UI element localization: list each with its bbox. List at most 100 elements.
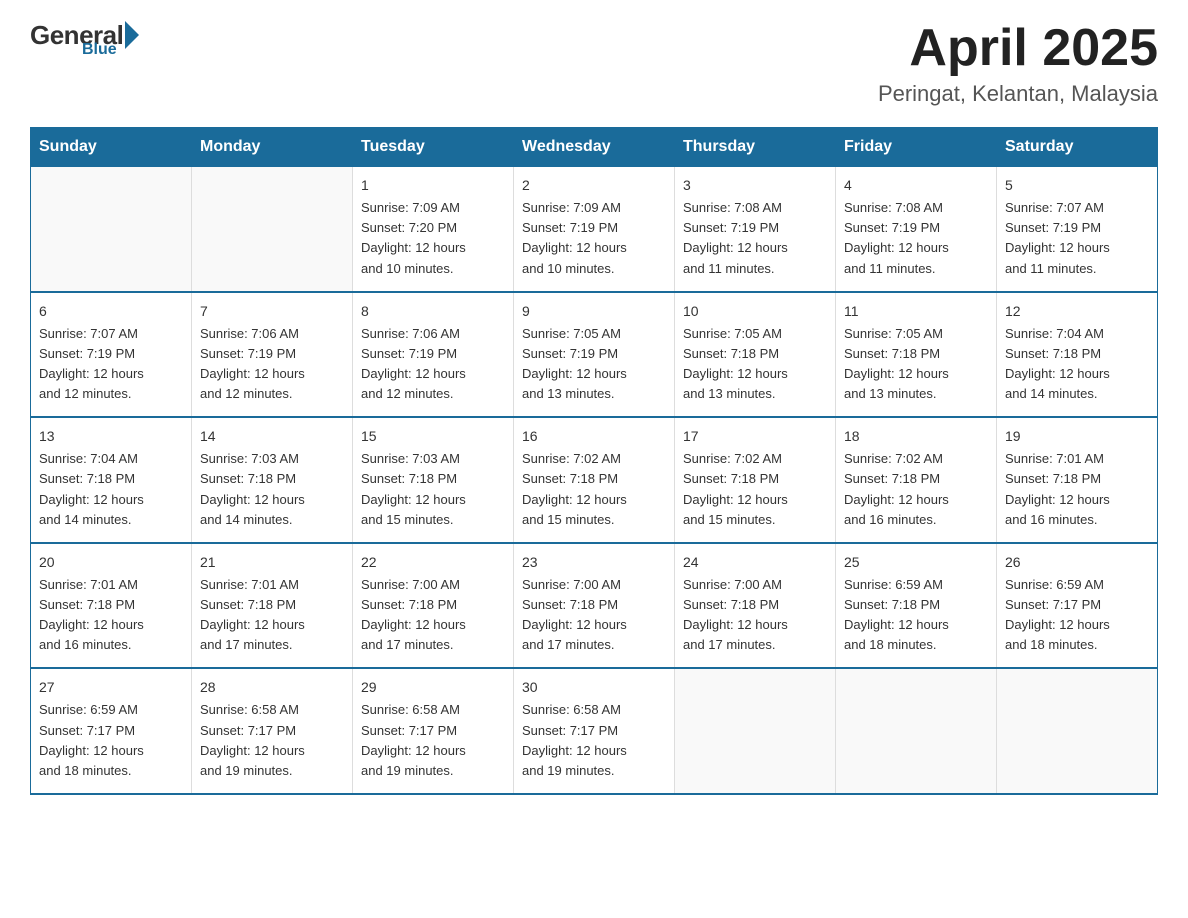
day-info: Sunrise: 7:04 AM Sunset: 7:18 PM Dayligh…: [39, 449, 183, 530]
calendar-cell: 17Sunrise: 7:02 AM Sunset: 7:18 PM Dayli…: [675, 417, 836, 543]
weekday-header-tuesday: Tuesday: [353, 128, 514, 167]
calendar-cell: [192, 167, 353, 292]
calendar-cell: 25Sunrise: 6:59 AM Sunset: 7:18 PM Dayli…: [836, 543, 997, 669]
day-number: 14: [200, 426, 344, 447]
day-number: 18: [844, 426, 988, 447]
calendar-cell: 16Sunrise: 7:02 AM Sunset: 7:18 PM Dayli…: [514, 417, 675, 543]
week-row-3: 13Sunrise: 7:04 AM Sunset: 7:18 PM Dayli…: [31, 417, 1158, 543]
day-number: 11: [844, 301, 988, 322]
calendar-cell: 24Sunrise: 7:00 AM Sunset: 7:18 PM Dayli…: [675, 543, 836, 669]
calendar-cell: [997, 668, 1158, 794]
weekday-header-saturday: Saturday: [997, 128, 1158, 167]
day-info: Sunrise: 7:05 AM Sunset: 7:18 PM Dayligh…: [683, 324, 827, 405]
day-info: Sunrise: 7:02 AM Sunset: 7:18 PM Dayligh…: [522, 449, 666, 530]
day-info: Sunrise: 6:59 AM Sunset: 7:18 PM Dayligh…: [844, 575, 988, 656]
day-info: Sunrise: 7:09 AM Sunset: 7:20 PM Dayligh…: [361, 198, 505, 279]
day-number: 13: [39, 426, 183, 447]
day-number: 3: [683, 175, 827, 196]
day-info: Sunrise: 7:00 AM Sunset: 7:18 PM Dayligh…: [522, 575, 666, 656]
day-number: 21: [200, 552, 344, 573]
day-number: 8: [361, 301, 505, 322]
day-number: 30: [522, 677, 666, 698]
logo: General Blue: [30, 20, 139, 59]
calendar-cell: [836, 668, 997, 794]
calendar-cell: [675, 668, 836, 794]
day-info: Sunrise: 7:00 AM Sunset: 7:18 PM Dayligh…: [683, 575, 827, 656]
day-info: Sunrise: 7:01 AM Sunset: 7:18 PM Dayligh…: [200, 575, 344, 656]
calendar-cell: 30Sunrise: 6:58 AM Sunset: 7:17 PM Dayli…: [514, 668, 675, 794]
day-number: 20: [39, 552, 183, 573]
day-number: 26: [1005, 552, 1149, 573]
logo-blue-text: Blue: [82, 41, 117, 59]
calendar-cell: 9Sunrise: 7:05 AM Sunset: 7:19 PM Daylig…: [514, 292, 675, 418]
day-info: Sunrise: 7:02 AM Sunset: 7:18 PM Dayligh…: [683, 449, 827, 530]
calendar-cell: 15Sunrise: 7:03 AM Sunset: 7:18 PM Dayli…: [353, 417, 514, 543]
day-info: Sunrise: 7:07 AM Sunset: 7:19 PM Dayligh…: [1005, 198, 1149, 279]
day-number: 4: [844, 175, 988, 196]
weekday-header-sunday: Sunday: [31, 128, 192, 167]
weekday-header-thursday: Thursday: [675, 128, 836, 167]
day-number: 6: [39, 301, 183, 322]
day-info: Sunrise: 6:59 AM Sunset: 7:17 PM Dayligh…: [1005, 575, 1149, 656]
day-number: 27: [39, 677, 183, 698]
day-info: Sunrise: 6:59 AM Sunset: 7:17 PM Dayligh…: [39, 700, 183, 781]
day-number: 10: [683, 301, 827, 322]
day-info: Sunrise: 7:03 AM Sunset: 7:18 PM Dayligh…: [200, 449, 344, 530]
calendar-cell: 4Sunrise: 7:08 AM Sunset: 7:19 PM Daylig…: [836, 167, 997, 292]
calendar-cell: 20Sunrise: 7:01 AM Sunset: 7:18 PM Dayli…: [31, 543, 192, 669]
day-number: 1: [361, 175, 505, 196]
calendar-cell: 29Sunrise: 6:58 AM Sunset: 7:17 PM Dayli…: [353, 668, 514, 794]
calendar-cell: 18Sunrise: 7:02 AM Sunset: 7:18 PM Dayli…: [836, 417, 997, 543]
day-info: Sunrise: 7:01 AM Sunset: 7:18 PM Dayligh…: [39, 575, 183, 656]
calendar-cell: 10Sunrise: 7:05 AM Sunset: 7:18 PM Dayli…: [675, 292, 836, 418]
day-number: 22: [361, 552, 505, 573]
page-header: General Blue April 2025 Peringat, Kelant…: [30, 20, 1158, 107]
day-number: 28: [200, 677, 344, 698]
calendar-cell: 6Sunrise: 7:07 AM Sunset: 7:19 PM Daylig…: [31, 292, 192, 418]
calendar-cell: 23Sunrise: 7:00 AM Sunset: 7:18 PM Dayli…: [514, 543, 675, 669]
day-info: Sunrise: 7:06 AM Sunset: 7:19 PM Dayligh…: [361, 324, 505, 405]
day-number: 16: [522, 426, 666, 447]
day-number: 29: [361, 677, 505, 698]
calendar-cell: 26Sunrise: 6:59 AM Sunset: 7:17 PM Dayli…: [997, 543, 1158, 669]
day-info: Sunrise: 7:05 AM Sunset: 7:19 PM Dayligh…: [522, 324, 666, 405]
calendar-cell: 14Sunrise: 7:03 AM Sunset: 7:18 PM Dayli…: [192, 417, 353, 543]
day-info: Sunrise: 7:07 AM Sunset: 7:19 PM Dayligh…: [39, 324, 183, 405]
calendar-cell: 1Sunrise: 7:09 AM Sunset: 7:20 PM Daylig…: [353, 167, 514, 292]
day-number: 23: [522, 552, 666, 573]
week-row-5: 27Sunrise: 6:59 AM Sunset: 7:17 PM Dayli…: [31, 668, 1158, 794]
week-row-4: 20Sunrise: 7:01 AM Sunset: 7:18 PM Dayli…: [31, 543, 1158, 669]
title-section: April 2025 Peringat, Kelantan, Malaysia: [878, 20, 1158, 107]
day-number: 7: [200, 301, 344, 322]
day-info: Sunrise: 7:06 AM Sunset: 7:19 PM Dayligh…: [200, 324, 344, 405]
weekday-header-row: SundayMondayTuesdayWednesdayThursdayFrid…: [31, 128, 1158, 167]
calendar-table: SundayMondayTuesdayWednesdayThursdayFrid…: [30, 127, 1158, 795]
calendar-cell: 7Sunrise: 7:06 AM Sunset: 7:19 PM Daylig…: [192, 292, 353, 418]
day-info: Sunrise: 7:04 AM Sunset: 7:18 PM Dayligh…: [1005, 324, 1149, 405]
day-info: Sunrise: 6:58 AM Sunset: 7:17 PM Dayligh…: [200, 700, 344, 781]
day-number: 2: [522, 175, 666, 196]
day-number: 17: [683, 426, 827, 447]
day-info: Sunrise: 7:08 AM Sunset: 7:19 PM Dayligh…: [683, 198, 827, 279]
calendar-cell: 28Sunrise: 6:58 AM Sunset: 7:17 PM Dayli…: [192, 668, 353, 794]
day-info: Sunrise: 6:58 AM Sunset: 7:17 PM Dayligh…: [361, 700, 505, 781]
day-number: 25: [844, 552, 988, 573]
calendar-cell: 21Sunrise: 7:01 AM Sunset: 7:18 PM Dayli…: [192, 543, 353, 669]
calendar-cell: 3Sunrise: 7:08 AM Sunset: 7:19 PM Daylig…: [675, 167, 836, 292]
calendar-cell: 22Sunrise: 7:00 AM Sunset: 7:18 PM Dayli…: [353, 543, 514, 669]
day-info: Sunrise: 7:00 AM Sunset: 7:18 PM Dayligh…: [361, 575, 505, 656]
day-info: Sunrise: 7:05 AM Sunset: 7:18 PM Dayligh…: [844, 324, 988, 405]
calendar-cell: 12Sunrise: 7:04 AM Sunset: 7:18 PM Dayli…: [997, 292, 1158, 418]
weekday-header-wednesday: Wednesday: [514, 128, 675, 167]
day-info: Sunrise: 7:02 AM Sunset: 7:18 PM Dayligh…: [844, 449, 988, 530]
week-row-1: 1Sunrise: 7:09 AM Sunset: 7:20 PM Daylig…: [31, 167, 1158, 292]
calendar-location: Peringat, Kelantan, Malaysia: [878, 81, 1158, 107]
calendar-cell: 13Sunrise: 7:04 AM Sunset: 7:18 PM Dayli…: [31, 417, 192, 543]
week-row-2: 6Sunrise: 7:07 AM Sunset: 7:19 PM Daylig…: [31, 292, 1158, 418]
day-number: 24: [683, 552, 827, 573]
day-number: 15: [361, 426, 505, 447]
calendar-cell: 19Sunrise: 7:01 AM Sunset: 7:18 PM Dayli…: [997, 417, 1158, 543]
day-info: Sunrise: 6:58 AM Sunset: 7:17 PM Dayligh…: [522, 700, 666, 781]
day-number: 19: [1005, 426, 1149, 447]
weekday-header-friday: Friday: [836, 128, 997, 167]
